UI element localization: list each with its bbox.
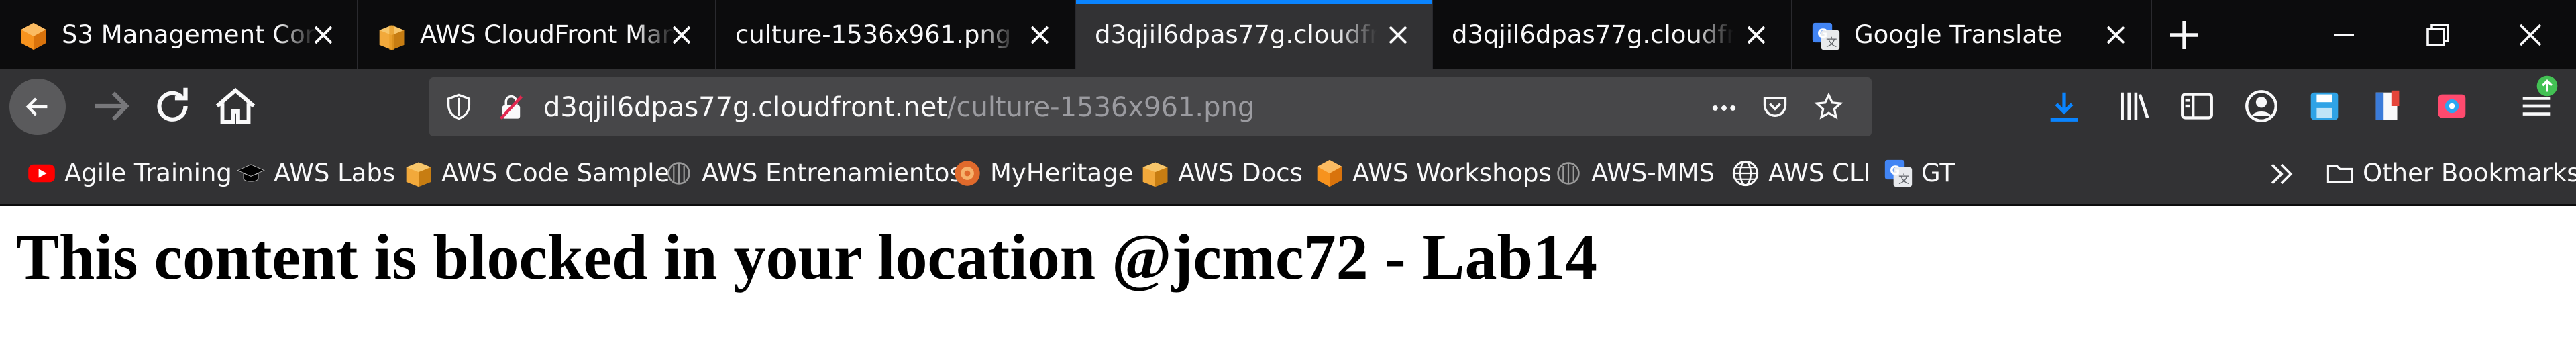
- brain-icon: [667, 162, 690, 185]
- close-icon[interactable]: [1743, 21, 1770, 48]
- new-tab-icon[interactable]: [2164, 15, 2204, 55]
- bookmark-label: AWS Workshops: [1352, 159, 1552, 187]
- close-icon[interactable]: [310, 21, 337, 48]
- bookmark-label: AWS Code Sample: [441, 159, 670, 187]
- insecure-lock-icon[interactable]: [496, 92, 526, 122]
- restore-icon[interactable]: [2418, 15, 2458, 55]
- update-available-icon: [2536, 75, 2558, 97]
- bookmarks-toolbar: Agile Training AWS Labs AWS Code Sample …: [0, 141, 2576, 206]
- forward-button[interactable]: [85, 80, 137, 132]
- pocket-icon[interactable]: [1760, 92, 1790, 122]
- aws-box-icon: [379, 25, 405, 50]
- blocked-message-heading: This content is blocked in your location…: [16, 221, 1597, 293]
- tab-title: S3 Management Conso: [62, 20, 317, 50]
- aws-cube-icon: [1317, 159, 1342, 187]
- url-bar[interactable]: d3qjil6dpas77g.cloudfront.net/culture-15…: [429, 77, 1872, 136]
- home-icon[interactable]: [209, 80, 262, 132]
- google-translate-icon: G 文: [1884, 159, 1913, 187]
- tab-culture-png[interactable]: culture-1536x961.png (PN: [716, 0, 1076, 69]
- window-close-icon[interactable]: [2510, 15, 2551, 55]
- tab-strip: S3 Management Conso AWS CloudFront Mana …: [0, 0, 2576, 69]
- svg-text:文: 文: [1898, 173, 1910, 186]
- tab-title: culture-1536x961.png (PN: [735, 20, 1017, 50]
- tab-cloudfront-active[interactable]: d3qjil6dpas77g.cloudfront.: [1076, 0, 1433, 69]
- navigation-toolbar: d3qjil6dpas77g.cloudfront.net/culture-15…: [0, 69, 2576, 141]
- bookmark-label: AWS Labs: [274, 159, 396, 187]
- tab-title: d3qjil6dpas77g.cloudfront.: [1095, 20, 1377, 50]
- url-text[interactable]: d3qjil6dpas77g.cloudfront.net/culture-15…: [543, 92, 1254, 123]
- library-icon[interactable]: [2114, 87, 2153, 126]
- aws-box-icon: [1142, 162, 1168, 187]
- aws-cube-icon: [21, 22, 46, 50]
- google-translate-icon: G 文: [1812, 22, 1840, 50]
- youtube-icon: [28, 164, 55, 183]
- more-actions-icon[interactable]: [1709, 93, 1739, 123]
- bookmark-label: AWS-MMS: [1591, 159, 1715, 187]
- bookmark-label: GT: [1921, 159, 1955, 187]
- page-content: This content is blocked in your location…: [0, 206, 2576, 362]
- bookmark-label: AWS Docs: [1178, 159, 1303, 187]
- url-host: d3qjil6dpas77g.cloudfront.net: [543, 92, 947, 123]
- save-extension-icon[interactable]: [2305, 87, 2344, 126]
- tab-title: AWS CloudFront Mana: [420, 20, 675, 50]
- active-tab-indicator: [1076, 0, 1432, 4]
- tab-google-translate[interactable]: G 文 Google Translate: [1792, 0, 2152, 69]
- bookmark-star-icon[interactable]: [1814, 92, 1843, 122]
- aws-box-icon: [406, 162, 431, 187]
- close-icon[interactable]: [1026, 21, 1053, 48]
- myheritage-icon: [955, 161, 980, 186]
- sidebar-icon[interactable]: [2178, 87, 2216, 126]
- arrow-left-icon: [25, 97, 48, 116]
- tab-s3-management[interactable]: S3 Management Conso: [0, 0, 358, 69]
- bookmark-label: AWS CLI: [1768, 159, 1871, 187]
- downloads-icon[interactable]: [2045, 87, 2084, 126]
- reload-icon[interactable]: [146, 80, 199, 132]
- bookmark-label: AWS Entrenamientos: [702, 159, 963, 187]
- tab-cloudfront-2[interactable]: d3qjil6dpas77g.cloudfront: [1433, 0, 1792, 69]
- folder-icon: [2326, 165, 2353, 183]
- bookmark-label: MyHeritage: [990, 159, 1134, 187]
- graduation-cap-icon: [237, 164, 265, 182]
- tab-cloudfront-management[interactable]: AWS CloudFront Mana: [358, 0, 716, 69]
- account-icon[interactable]: [2242, 87, 2281, 126]
- svg-text:文: 文: [1826, 36, 1837, 49]
- tab-title: d3qjil6dpas77g.cloudfront: [1452, 20, 1733, 50]
- brain-icon: [1557, 162, 1580, 185]
- chevron-double-right-icon[interactable]: [2266, 159, 2297, 189]
- bookmark-label: Agile Training: [64, 159, 232, 187]
- notes-extension-icon[interactable]: [2368, 87, 2407, 126]
- globe-icon: [1732, 160, 1759, 187]
- close-icon[interactable]: [1385, 21, 1411, 48]
- close-icon[interactable]: [2102, 21, 2129, 48]
- close-icon[interactable]: [668, 21, 695, 48]
- other-bookmarks-label: Other Bookmarks: [2363, 159, 2576, 187]
- back-button[interactable]: [9, 79, 66, 135]
- shield-icon[interactable]: [444, 92, 474, 122]
- minimize-icon[interactable]: [2324, 15, 2364, 55]
- tab-title: Google Translate: [1854, 20, 2063, 49]
- screenshot-extension-icon[interactable]: [2432, 87, 2471, 126]
- url-path: /culture-1536x961.png: [947, 92, 1255, 123]
